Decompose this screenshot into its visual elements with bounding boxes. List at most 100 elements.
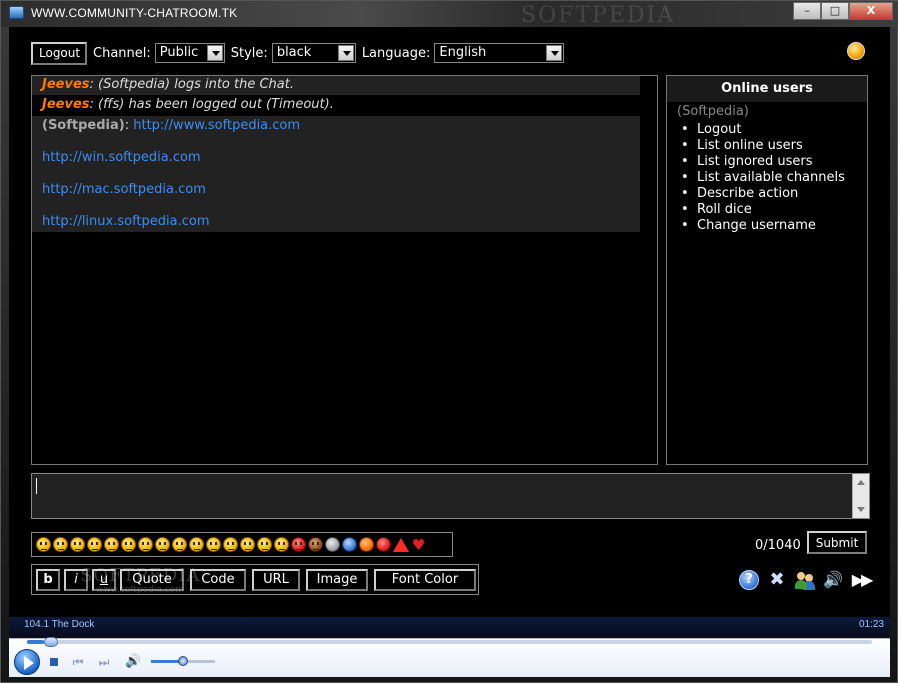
wink-emoticon-icon[interactable] (70, 537, 85, 552)
language-select[interactable]: English (434, 43, 565, 63)
message-user[interactable]: Jeeves (42, 97, 90, 112)
action-list-online-users[interactable]: List online users (681, 138, 867, 154)
action-change-username[interactable]: Change username (681, 218, 867, 234)
volume-handle[interactable] (178, 656, 188, 666)
laugh-emoticon-icon[interactable] (104, 537, 119, 552)
message-user[interactable]: Jeeves (42, 77, 90, 92)
watermark: SOFTPEDIA (521, 3, 676, 28)
maximize-button[interactable]: □ (821, 2, 849, 20)
warning-emoticon-icon[interactable] (393, 537, 409, 552)
previous-icon[interactable]: ⏮ (71, 655, 85, 669)
submit-button[interactable]: Submit (807, 531, 867, 554)
minimize-button[interactable]: – (793, 2, 821, 20)
happy-emoticon-icon[interactable] (223, 537, 238, 552)
seek-progress (27, 640, 44, 644)
message-link[interactable]: http://win.softpedia.com (42, 150, 201, 165)
italic-button[interactable]: i (64, 569, 88, 591)
surprised-emoticon-icon[interactable] (138, 537, 153, 552)
title-bar[interactable]: WWW.COMMUNITY-CHATROOM.TK SOFTPEDIA – □ … (1, 1, 898, 28)
message-link[interactable]: http://mac.softpedia.com (42, 182, 206, 197)
chat-message: Jeeves: (ffs) has been logged out (Timeo… (32, 96, 640, 115)
scroll-down-icon[interactable] (857, 507, 865, 512)
seek-handle[interactable] (43, 637, 58, 647)
action-logout[interactable]: Logout (681, 122, 867, 138)
style-select[interactable]: black (271, 43, 356, 63)
character-counter: 0/1040 (755, 538, 801, 553)
online-users-title: Online users (667, 76, 867, 102)
channel-select[interactable]: Public (154, 43, 225, 63)
url-button[interactable]: URL (252, 569, 300, 591)
next-icon[interactable]: ⏭ (97, 655, 111, 669)
window-controls: – □ X (793, 2, 893, 20)
neutral-emoticon-icon[interactable] (121, 537, 136, 552)
grin-emoticon-icon[interactable] (87, 537, 102, 552)
shocked-emoticon-icon[interactable] (240, 537, 255, 552)
bold-button[interactable]: b (36, 569, 60, 591)
cool-emoticon-icon[interactable] (206, 537, 221, 552)
volume-slider[interactable] (151, 656, 215, 666)
stop-icon[interactable] (47, 655, 61, 669)
language-label: Language: (361, 45, 431, 61)
code-button[interactable]: Code (190, 569, 246, 591)
image-button[interactable]: Image (306, 569, 368, 591)
app-window: WWW.COMMUNITY-CHATROOM.TK SOFTPEDIA – □ … (0, 0, 898, 683)
chevron-down-icon (206, 45, 223, 61)
input-scrollbar[interactable] (852, 474, 869, 518)
formatting-toolbar: b i u Quote Code URL Image Font Color SO… (31, 564, 479, 595)
action-list-ignored-users[interactable]: List ignored users (681, 154, 867, 170)
confused-emoticon-icon[interactable] (155, 537, 170, 552)
heart-emoticon-icon[interactable]: ♥ (411, 537, 426, 552)
crazy-emoticon-icon[interactable] (189, 537, 204, 552)
action-list-channels[interactable]: List available channels (681, 170, 867, 186)
top-toolbar: Logout Channel: Public Style: black Lang… (31, 41, 570, 65)
track-time: 01:23 (858, 619, 884, 630)
smile-emoticon-icon[interactable] (36, 537, 51, 552)
logout-button[interactable]: Logout (31, 41, 87, 65)
text-caret (36, 478, 37, 494)
sad-emoticon-icon[interactable] (53, 537, 68, 552)
chat-message-links: (Softpedia): http://www.softpedia.com ht… (32, 116, 640, 232)
sound-icon[interactable]: 🔊 (823, 570, 843, 590)
message-link[interactable]: http://linux.softpedia.com (42, 214, 210, 229)
action-roll-dice[interactable]: Roll dice (681, 202, 867, 218)
no-entry-emoticon-icon[interactable] (376, 537, 391, 552)
fast-forward-icon[interactable]: ▶▶ (851, 570, 874, 590)
message-user[interactable]: (Softpedia) (42, 118, 125, 133)
close-button[interactable]: X (849, 2, 893, 20)
underline-button[interactable]: u (92, 569, 116, 591)
style-label: Style: (230, 45, 268, 61)
window-title: WWW.COMMUNITY-CHATROOM.TK (31, 6, 238, 20)
devil-emoticon-icon[interactable] (291, 537, 306, 552)
channel-value: Public (159, 45, 199, 60)
status-indicator-icon[interactable] (847, 42, 865, 60)
volume-icon[interactable]: 🔊 (125, 655, 141, 669)
message-input[interactable] (31, 473, 870, 519)
language-value: English (439, 45, 487, 60)
media-player-bar: 104.1 The Dock 01:23 ⏮ ⏭ 🔊 (9, 617, 890, 677)
idea-emoticon-icon[interactable] (325, 537, 340, 552)
settings-tools-icon[interactable]: ✖ (767, 570, 787, 590)
question-emoticon-icon[interactable] (342, 537, 357, 552)
app-icon (9, 6, 24, 19)
style-value: black (276, 45, 312, 60)
online-user[interactable]: (Softpedia) (667, 102, 867, 121)
emoticon-bar: ♥ (31, 532, 453, 557)
message-text: : (ffs) has been logged out (Timeout). (89, 97, 334, 112)
message-link[interactable]: http://www.softpedia.com (133, 118, 300, 133)
exclamation-emoticon-icon[interactable] (359, 537, 374, 552)
nerd-emoticon-icon[interactable] (172, 537, 187, 552)
action-describe[interactable]: Describe action (681, 186, 867, 202)
scroll-up-icon[interactable] (857, 480, 865, 485)
users-icon[interactable] (795, 570, 815, 590)
seek-bar[interactable] (27, 637, 872, 647)
play-button[interactable] (14, 649, 40, 675)
font-color-button[interactable]: Font Color (374, 569, 476, 591)
help-icon[interactable]: ? (739, 570, 759, 590)
channel-label: Channel: (93, 45, 151, 61)
chat-log[interactable]: Jeeves: (Softpedia) logs into the Chat. … (31, 75, 658, 465)
quote-button[interactable]: Quote (120, 569, 184, 591)
monkey-emoticon-icon[interactable] (308, 537, 323, 552)
track-title: 104.1 The Dock (24, 619, 95, 630)
tongue-emoticon-icon[interactable] (257, 537, 272, 552)
sleepy-emoticon-icon[interactable] (274, 537, 289, 552)
